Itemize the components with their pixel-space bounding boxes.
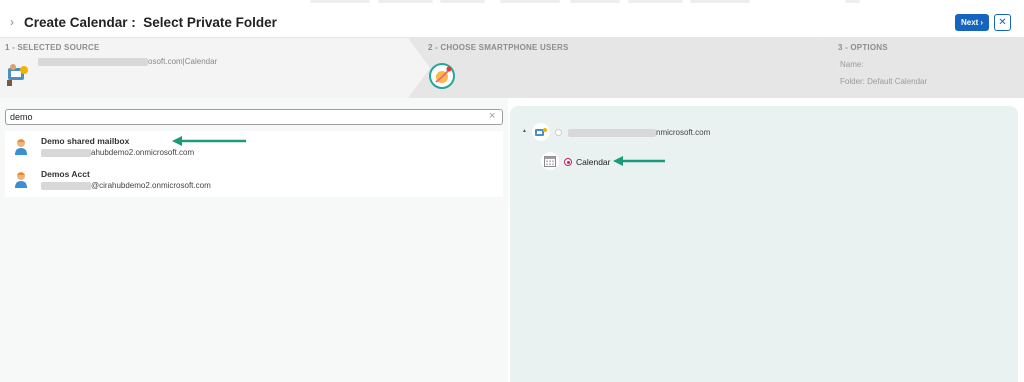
user-avatar-icon [15, 139, 27, 155]
step-1-title: 1 - SELECTED SOURCE [5, 43, 100, 52]
redacted-text [568, 128, 656, 137]
folder-tree-panel: ▲ nmicrosoft.com Calendar [510, 106, 1018, 382]
search-panel: × Demo shared mailbox ahubdemo2.onmicros… [0, 98, 508, 382]
chevron-right-icon: › [980, 18, 983, 27]
redacted-text [41, 181, 91, 190]
list-item[interactable]: Demo shared mailbox ahubdemo2.onmicrosof… [5, 131, 503, 164]
search-results-list: Demo shared mailbox ahubdemo2.onmicrosof… [5, 131, 503, 197]
option-folder-label: Folder: Default Calendar [840, 77, 928, 86]
expand-triangle-icon[interactable]: ▲ [522, 128, 527, 134]
mailbox-calendar-icon [7, 64, 28, 86]
target-users-icon [429, 63, 455, 89]
account-radio[interactable] [555, 129, 562, 136]
calendar-folder-label[interactable]: Calendar [576, 157, 611, 167]
user-avatar-icon [15, 172, 27, 188]
result-email-suffix: ahubdemo2.onmicrosoft.com [91, 148, 195, 157]
page-header: › Create Calendar : Select Private Folde… [0, 8, 1024, 38]
next-button-label: Next [960, 18, 979, 27]
option-name-label: Name: [840, 60, 864, 69]
clear-search-icon[interactable]: × [489, 110, 495, 122]
redacted-text [41, 148, 91, 157]
mailbox-icon [532, 123, 550, 141]
page-title: Create Calendar : Select Private Folder [24, 15, 277, 30]
result-email: ahubdemo2.onmicrosoft.com [41, 148, 194, 157]
selected-source-text: osoft.com|Calendar [38, 57, 217, 66]
top-faint-bar [0, 0, 1024, 6]
close-icon: ✕ [998, 17, 1007, 28]
calendar-icon [541, 152, 559, 170]
result-name: Demo shared mailbox [41, 136, 130, 146]
step-2-title: 2 - CHOOSE SMARTPHONE USERS [428, 43, 569, 52]
annotation-arrow-icon [613, 156, 665, 166]
close-button[interactable]: ✕ [994, 14, 1011, 31]
account-email: nmicrosoft.com [568, 128, 710, 137]
next-button[interactable]: Next › [955, 14, 989, 31]
account-email-suffix: nmicrosoft.com [656, 128, 711, 137]
calendar-radio-selected[interactable] [564, 158, 572, 166]
redacted-text [38, 57, 148, 66]
step-3-title: 3 - OPTIONS [838, 43, 888, 52]
result-name: Demos Acct [41, 169, 90, 179]
annotation-arrow-icon [172, 136, 246, 146]
result-email-suffix: @cirahubdemo2.onmicrosoft.com [91, 181, 211, 190]
list-item[interactable]: Demos Acct @cirahubdemo2.onmicrosoft.com [5, 164, 503, 197]
result-email: @cirahubdemo2.onmicrosoft.com [41, 181, 211, 190]
source-suffix: osoft.com|Calendar [148, 57, 218, 66]
wizard-steps: 1 - SELECTED SOURCE osoft.com|Calendar 2… [0, 38, 1024, 98]
search-input[interactable] [5, 109, 503, 125]
chevron-right-icon[interactable]: › [10, 15, 14, 29]
